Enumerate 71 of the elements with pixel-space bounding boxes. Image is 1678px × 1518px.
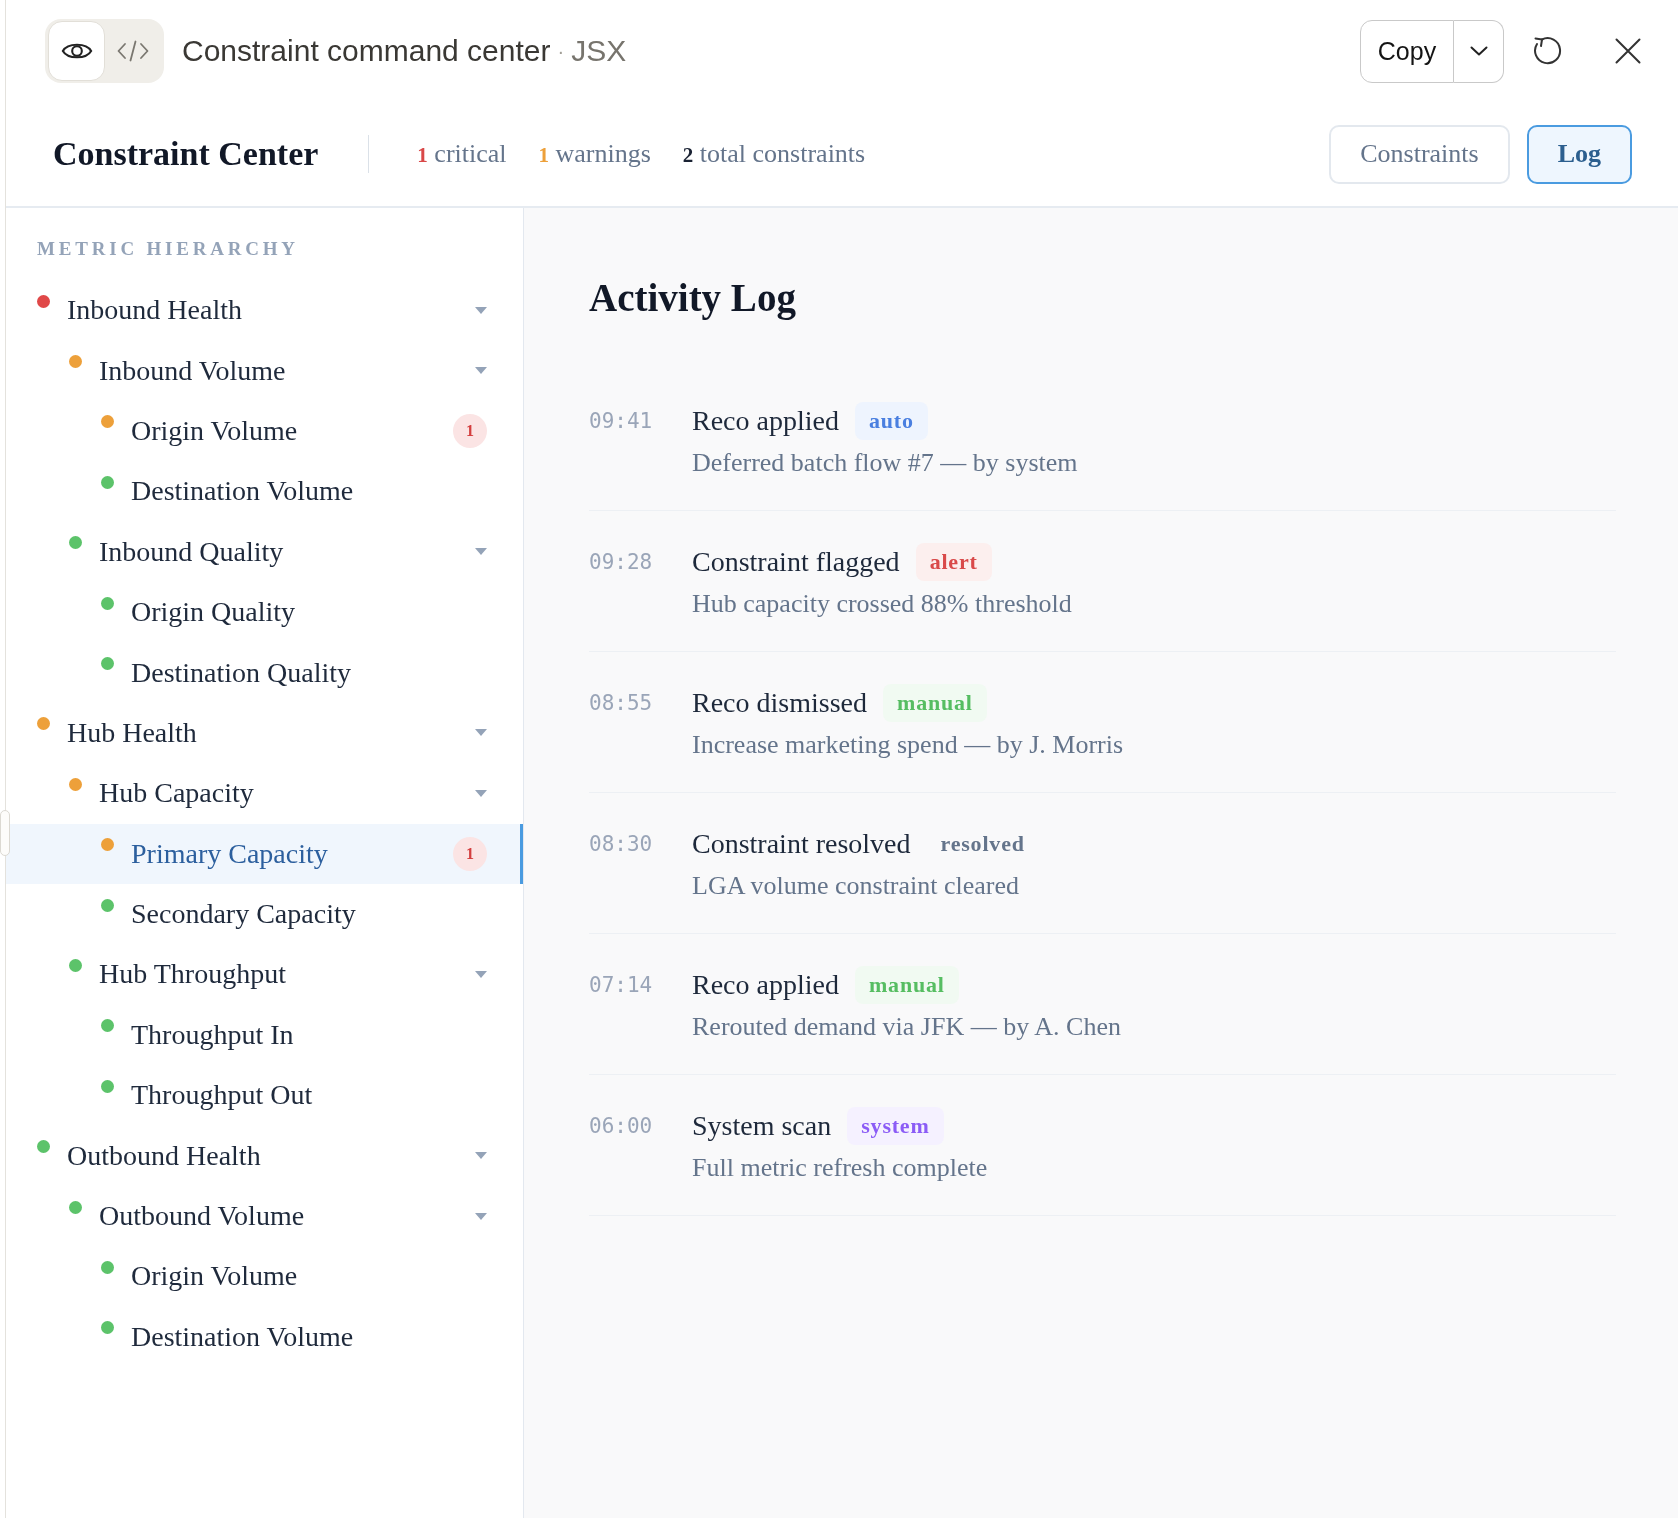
stat-summary: 2 total constraints xyxy=(682,139,866,169)
file-type-label: JSX xyxy=(571,34,627,68)
log-description: Rerouted demand via JFK — by A. Chen xyxy=(692,1011,1122,1043)
log-time: 08:30 xyxy=(589,831,654,858)
log-tag: auto xyxy=(854,402,928,440)
log-title: Constraint flagged xyxy=(692,546,900,578)
alert-count: 1 xyxy=(453,836,487,871)
log-title: Reco applied xyxy=(692,969,839,1001)
log-title: System scan xyxy=(692,1110,832,1142)
preview-button[interactable] xyxy=(48,21,105,81)
alert-count: 1 xyxy=(453,413,487,448)
log-tag: manual xyxy=(854,966,959,1004)
tree-item[interactable]: Throughput Out xyxy=(6,1065,523,1126)
chevron-down-icon xyxy=(1469,46,1488,56)
tree-item[interactable]: Destination Volume xyxy=(6,1306,523,1368)
caret-icon[interactable] xyxy=(475,548,487,556)
close-icon xyxy=(1615,38,1641,64)
tree-item[interactable]: Origin Quality xyxy=(6,581,523,643)
log-tag: system xyxy=(847,1107,944,1145)
tree-item[interactable]: Hub Health xyxy=(6,702,523,764)
log-description: Increase marketing spend — by J. Morris xyxy=(692,729,1125,761)
tree-item[interactable]: Origin Volume xyxy=(6,1246,523,1307)
section-title: Activity Log xyxy=(589,275,797,321)
caret-icon[interactable] xyxy=(475,367,487,375)
caret-icon[interactable] xyxy=(475,1212,487,1220)
section-heading: METRIC HIERARCHY xyxy=(36,238,300,260)
caret-icon[interactable] xyxy=(475,306,487,314)
tree-item[interactable]: Inbound Quality xyxy=(6,521,523,582)
tree-item[interactable]: Secondary Capacity xyxy=(6,883,523,945)
tree-item[interactable]: Hub Throughput xyxy=(6,944,523,1005)
log-description: Hub capacity crossed 88% threshold xyxy=(692,588,1073,620)
tree-item[interactable]: Inbound Volume xyxy=(6,340,523,401)
title-separator: · xyxy=(557,39,565,63)
tree-item[interactable]: Outbound Volume xyxy=(6,1185,523,1247)
log-time: 09:41 xyxy=(589,408,654,435)
tree-item[interactable]: Origin Volume 1 xyxy=(6,400,523,462)
log-description: Full metric refresh complete xyxy=(692,1152,989,1184)
caret-icon[interactable] xyxy=(475,971,487,978)
copy-button[interactable]: Copy xyxy=(1360,19,1454,83)
log-time: 07:14 xyxy=(589,972,654,999)
page-title: Constraint Center xyxy=(53,135,319,173)
stat-summary: 1 critical xyxy=(417,139,507,169)
refresh-icon xyxy=(1532,36,1562,66)
log-description: LGA volume constraint cleared xyxy=(692,870,1021,902)
log-title: Reco dismissed xyxy=(692,687,867,719)
window-title: Constraint command center xyxy=(182,34,551,68)
view-tab[interactable]: Log xyxy=(1526,124,1632,184)
caret-icon[interactable] xyxy=(475,789,487,797)
log-tag: alert xyxy=(915,543,992,581)
tree-item[interactable]: Inbound Health xyxy=(6,280,523,341)
tree-item[interactable]: Throughput In xyxy=(6,1004,523,1066)
log-time: 09:28 xyxy=(589,549,654,576)
copy-menu-button[interactable] xyxy=(1454,19,1504,83)
caret-icon[interactable] xyxy=(475,1152,487,1160)
log-title: Reco applied xyxy=(692,405,839,437)
tree-item[interactable]: Hub Capacity xyxy=(6,763,523,824)
tree-item[interactable]: Primary Capacity 1 xyxy=(6,823,523,884)
log-time: 08:55 xyxy=(589,690,654,717)
log-time: 06:00 xyxy=(589,1113,654,1140)
tree-item[interactable]: Outbound Health xyxy=(6,1125,523,1186)
log-description: Deferred batch flow #7 — by system xyxy=(692,447,1079,479)
caret-icon[interactable] xyxy=(475,729,487,737)
resize-handle[interactable] xyxy=(0,810,10,856)
log-title: Constraint resolved xyxy=(692,828,911,860)
log-tag: resolved xyxy=(926,825,1039,863)
tree-item[interactable]: Destination Volume xyxy=(6,461,523,522)
view-tab[interactable]: Constraints xyxy=(1329,124,1510,184)
tree-item[interactable]: Destination Quality xyxy=(6,642,523,703)
code-icon xyxy=(117,40,149,62)
stat-summary: 1 warnings xyxy=(538,139,651,169)
log-tag: manual xyxy=(883,684,987,722)
